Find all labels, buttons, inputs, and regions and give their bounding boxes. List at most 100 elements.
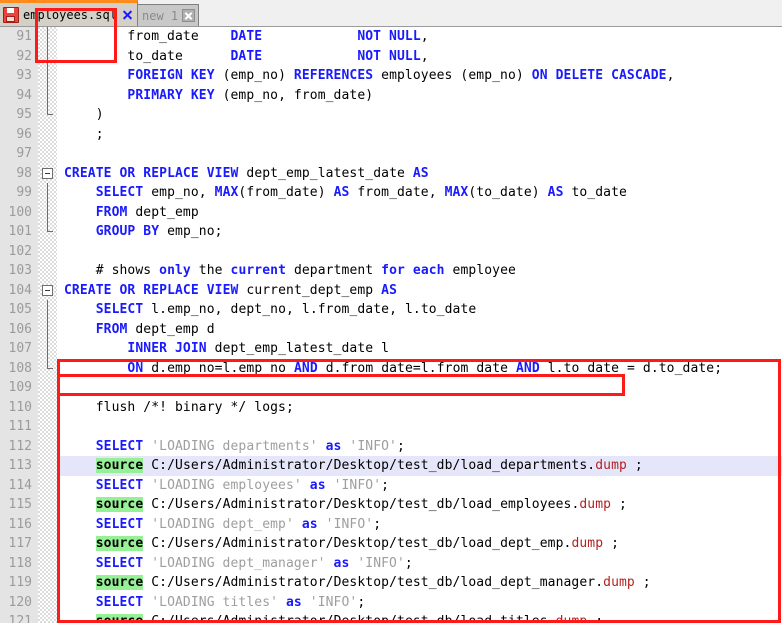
code-line[interactable]: [58, 378, 782, 398]
code-line-text: to_date DATE NOT NULL,: [127, 48, 429, 64]
line-number: 119: [8, 575, 32, 590]
fold-stem: [38, 183, 57, 203]
line-number: 107: [8, 341, 32, 356]
code-line[interactable]: ): [58, 105, 782, 125]
line-number: 98: [16, 165, 32, 181]
line-number: 118: [8, 555, 32, 571]
code-line[interactable]: source C:/Users/Administrator/Desktop/te…: [58, 534, 782, 554]
fold-empty: [38, 495, 57, 515]
code-line[interactable]: SELECT 'LOADING employees' as 'INFO';: [58, 476, 782, 496]
code-line[interactable]: SELECT 'LOADING dept_emp' as 'INFO';: [58, 515, 782, 535]
code-line[interactable]: from_date DATE NOT NULL,: [58, 27, 782, 47]
code-line[interactable]: CREATE OR REPLACE VIEW current_dept_emp …: [58, 281, 782, 301]
code-line-text: source C:/Users/Administrator/Desktop/te…: [95, 575, 651, 590]
fold-stem: [38, 202, 57, 222]
code-line-text: FOREIGN KEY (emp_no) REFERENCES employee…: [127, 68, 675, 83]
line-number: 121: [8, 614, 32, 623]
code-line-text: INNER JOIN dept_emp_latest_date l: [127, 341, 390, 356]
code-line-text: source C:/Users/Administrator/Desktop/te…: [95, 497, 627, 512]
code-line[interactable]: [58, 417, 782, 437]
line-number: 101: [8, 224, 32, 239]
code-line[interactable]: FOREIGN KEY (emp_no) REFERENCES employee…: [58, 66, 782, 86]
fold-empty: [38, 476, 57, 496]
code-line[interactable]: source C:/Users/Administrator/Desktop/te…: [58, 495, 782, 515]
code-line[interactable]: flush /*! binary */ logs;: [58, 398, 782, 418]
code-line[interactable]: ON d.emp_no=l.emp_no AND d.from_date=l.f…: [58, 359, 782, 379]
code-fold-column[interactable]: [38, 27, 57, 623]
code-line[interactable]: SELECT l.emp_no, dept_no, l.from_date, l…: [58, 300, 782, 320]
fold-empty: [38, 261, 57, 281]
code-line-text: SELECT 'LOADING titles' as 'INFO';: [95, 594, 366, 610]
tab-employees-sql[interactable]: employees.sql: [0, 0, 138, 26]
code-line[interactable]: SELECT 'LOADING departments' as 'INFO';: [58, 437, 782, 457]
line-number: 104: [8, 282, 32, 298]
fold-empty: [38, 417, 57, 437]
code-line-text: SELECT 'LOADING employees' as 'INFO';: [95, 477, 390, 493]
fold-end: [38, 222, 57, 242]
code-line-text: source C:/Users/Administrator/Desktop/te…: [95, 536, 620, 551]
code-line-text: FROM dept_emp d: [95, 321, 215, 337]
code-line[interactable]: GROUP BY emp_no;: [58, 222, 782, 242]
line-number: 106: [8, 321, 32, 337]
code-line-text: from_date DATE NOT NULL,: [127, 29, 429, 44]
line-number: 91: [16, 29, 32, 44]
fold-empty: [38, 612, 57, 623]
code-line-text: PRIMARY KEY (emp_no, from_date): [127, 87, 374, 103]
fold-empty: [38, 573, 57, 593]
line-number: 103: [8, 263, 32, 278]
fold-stem: [38, 300, 57, 320]
code-line[interactable]: CREATE OR REPLACE VIEW dept_emp_latest_d…: [58, 164, 782, 184]
code-line-text: flush /*! binary */ logs;: [95, 399, 294, 415]
fold-empty: [38, 125, 57, 145]
line-number: 112: [8, 438, 32, 454]
code-line[interactable]: [58, 144, 782, 164]
code-line[interactable]: SELECT emp_no, MAX(from_date) AS from_da…: [58, 183, 782, 203]
line-number: 93: [16, 68, 32, 83]
line-number: 116: [8, 516, 32, 532]
fold-stem: [38, 339, 57, 359]
fold-stem: [38, 46, 57, 66]
code-line[interactable]: INNER JOIN dept_emp_latest_date l: [58, 339, 782, 359]
code-line[interactable]: to_date DATE NOT NULL,: [58, 47, 782, 67]
line-number: 109: [8, 380, 32, 395]
code-editor[interactable]: 91 92 93 94 95 96 97 98 99 100 101 102 103 104 105 106 1…: [0, 27, 782, 623]
code-line[interactable]: PRIMARY KEY (emp_no, from_date): [58, 86, 782, 106]
fold-collapse-icon[interactable]: [38, 281, 57, 301]
fold-end: [38, 105, 57, 125]
line-number: 94: [16, 87, 32, 103]
code-line[interactable]: FROM dept_emp: [58, 203, 782, 223]
line-number-gutter: 91 92 93 94 95 96 97 98 99 100 101 102 103 104 105 106 1…: [0, 27, 38, 623]
code-line-text: SELECT 'LOADING dept_emp' as 'INFO';: [95, 516, 382, 532]
code-line-text: FROM dept_emp: [95, 204, 199, 220]
code-line[interactable]: SELECT 'LOADING dept_manager' as 'INFO';: [58, 554, 782, 574]
code-line-text: SELECT l.emp_no, dept_no, l.from_date, l…: [95, 302, 477, 317]
fold-empty: [38, 242, 57, 262]
line-number: 100: [8, 204, 32, 220]
code-line[interactable]: source C:/Users/Administrator/Desktop/te…: [58, 612, 782, 623]
fold-empty: [38, 534, 57, 554]
fold-end: [38, 358, 57, 379]
code-line[interactable]: # shows only the current department for …: [58, 261, 782, 281]
close-icon[interactable]: [121, 8, 134, 21]
code-line-text: source C:/Users/Administrator/Desktop/te…: [95, 458, 643, 473]
code-line-text: CREATE OR REPLACE VIEW dept_emp_latest_d…: [64, 165, 429, 181]
line-number: 99: [16, 185, 32, 200]
tab-label: new 1: [142, 8, 179, 23]
line-number: 95: [16, 107, 32, 122]
code-line[interactable]: ;: [58, 125, 782, 145]
code-line-text: SELECT 'LOADING departments' as 'INFO';: [95, 438, 405, 454]
line-number: 102: [8, 243, 32, 259]
line-number: 117: [8, 536, 32, 551]
close-icon[interactable]: [182, 9, 196, 22]
code-line[interactable]: FROM dept_emp d: [58, 320, 782, 340]
code-line[interactable]: [58, 242, 782, 262]
fold-stem: [38, 319, 57, 339]
fold-collapse-icon[interactable]: [38, 164, 57, 184]
fold-empty: [38, 378, 57, 398]
code-content[interactable]: from_date DATE NOT NULL, to_date DATE NO…: [58, 27, 782, 623]
fold-stem: [38, 66, 57, 86]
code-line[interactable]: source C:/Users/Administrator/Desktop/te…: [58, 456, 782, 476]
code-line[interactable]: source C:/Users/Administrator/Desktop/te…: [58, 573, 782, 593]
code-line[interactable]: SELECT 'LOADING titles' as 'INFO';: [58, 593, 782, 613]
code-line-text: SELECT emp_no, MAX(from_date) AS from_da…: [95, 185, 627, 200]
